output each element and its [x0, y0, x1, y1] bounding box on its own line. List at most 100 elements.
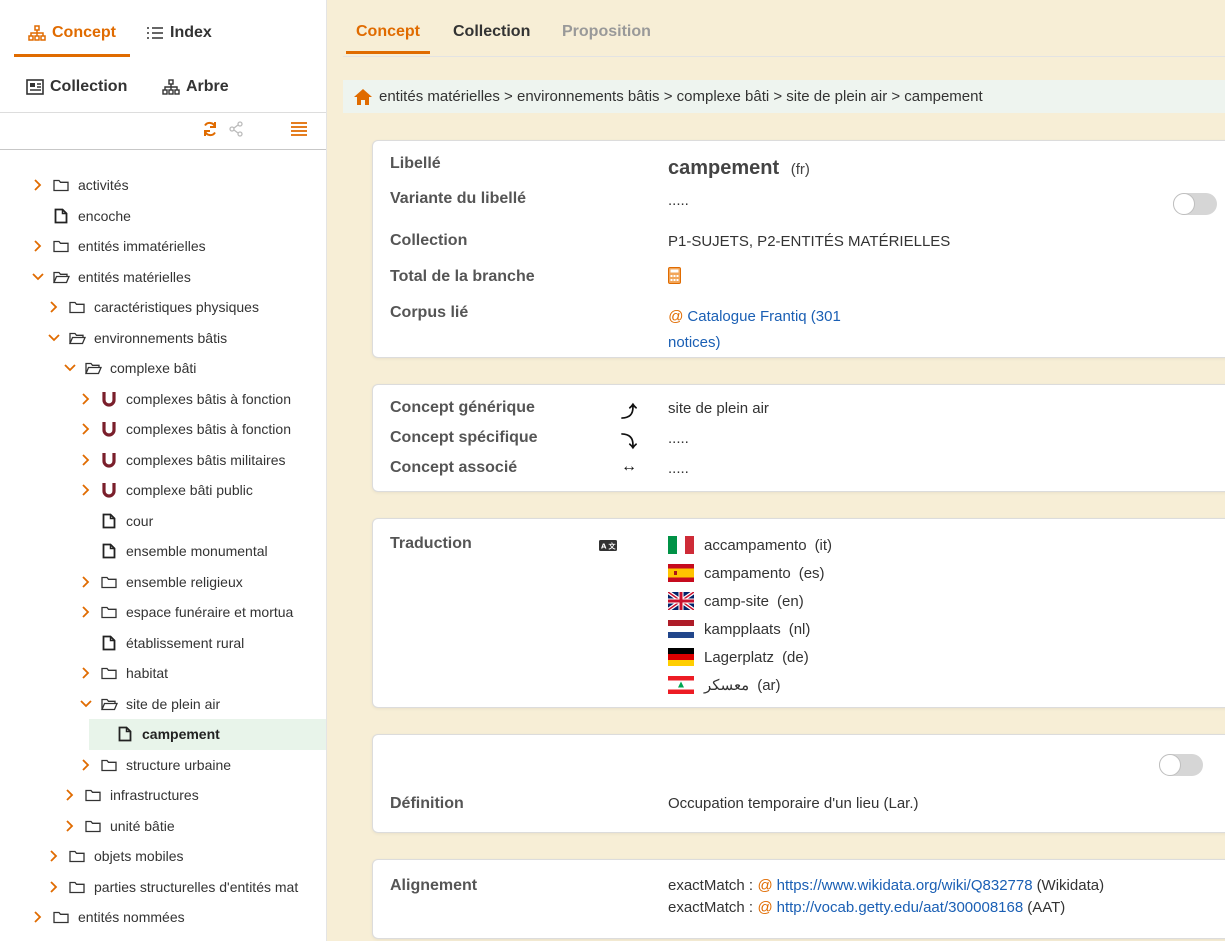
libelle-label: Libellé [390, 155, 441, 172]
tree-node[interactable]: cour [0, 506, 326, 537]
link-icon: @ [753, 877, 777, 894]
alignment-source: (Wikidata) [1036, 877, 1105, 894]
chevron-right-icon[interactable] [78, 454, 94, 466]
main-panel: Concept Collection Proposition entités m… [343, 0, 1225, 941]
tree-node[interactable]: entités immatérielles [0, 231, 326, 262]
menu-icon[interactable] [290, 121, 308, 142]
relation-value: ..... [668, 460, 689, 477]
chevron-right-icon[interactable] [78, 606, 94, 618]
chevron-down-icon[interactable] [46, 333, 62, 343]
file-icon [116, 726, 134, 742]
variante-toggle[interactable] [1173, 193, 1217, 215]
chevron-right-icon[interactable] [78, 576, 94, 588]
chevron-right-icon[interactable] [78, 667, 94, 679]
tree-node[interactable]: complexes bâtis à fonction [0, 384, 326, 415]
tree-node[interactable]: entités nommées [0, 902, 326, 933]
tree-node[interactable]: encoche [0, 201, 326, 232]
tree-node[interactable]: structure urbaine [0, 750, 326, 781]
main-tab-concept[interactable]: Concept [346, 23, 430, 54]
subtab-arbre[interactable]: Arbre [162, 78, 229, 96]
tree-node[interactable]: complexe bâti [0, 353, 326, 384]
tree-node[interactable]: entités matérielles [0, 262, 326, 293]
chevron-right-icon[interactable] [46, 850, 62, 862]
folder-open-icon [52, 270, 70, 284]
flag-uk-icon [668, 592, 704, 610]
breadcrumb-path[interactable]: entités matérielles > environnements bât… [379, 88, 983, 105]
chevron-right-icon[interactable] [62, 789, 78, 801]
chevron-right-icon[interactable] [78, 423, 94, 435]
definition-toggle[interactable] [1159, 754, 1203, 776]
tree-node[interactable]: activités [0, 170, 326, 201]
tree-node[interactable]: objets mobiles [0, 841, 326, 872]
chevron-right-icon[interactable] [46, 301, 62, 313]
tree-toolbar [0, 113, 326, 150]
folder-icon [100, 758, 118, 772]
chevron-down-icon[interactable] [78, 699, 94, 709]
collection-value[interactable]: P1-SUJETS, P2-ENTITÉS MATÉRIELLES [668, 233, 950, 250]
tab-index[interactable]: Index [146, 24, 212, 42]
alignment-link[interactable]: https://www.wikidata.org/wiki/Q832778 [777, 877, 1033, 894]
file-icon [100, 635, 118, 651]
home-icon[interactable] [353, 88, 373, 106]
relation-value[interactable]: site de plein air [668, 400, 769, 417]
tree-node-label: complexes bâtis à fonction [126, 390, 291, 407]
magnet-icon [100, 452, 118, 468]
alignment-link[interactable]: http://vocab.getty.edu/aat/300008168 [777, 899, 1024, 916]
tab-concept[interactable]: Concept [14, 24, 130, 57]
chevron-right-icon[interactable] [30, 240, 46, 252]
corpus-link[interactable]: @ Catalogue Frantiq (301 notices) [668, 304, 841, 356]
total-label: Total de la branche [390, 268, 535, 285]
translation-lang: (es) [798, 564, 825, 582]
alignment-prefix: exactMatch : [668, 899, 754, 916]
chevron-right-icon[interactable] [62, 820, 78, 832]
chevron-down-icon[interactable] [30, 272, 46, 282]
tree-node[interactable]: parties structurelles d'entités mat [0, 872, 326, 903]
tree-node-label: campement [142, 726, 220, 743]
chevron-right-icon[interactable] [78, 759, 94, 771]
subtab-collection[interactable]: Collection [26, 78, 127, 96]
chevron-down-icon[interactable] [62, 363, 78, 373]
subtab-collection-label: Collection [50, 78, 128, 95]
main-tab-collection[interactable]: Collection [453, 23, 530, 41]
tree-node[interactable]: habitat [0, 658, 326, 689]
link-icon: @ [753, 899, 777, 916]
relation-label: Concept associé [390, 459, 518, 476]
folder-icon [52, 178, 70, 192]
translation-item: Lagerplatz (de) [668, 648, 809, 666]
translation-text: accampamento [704, 536, 807, 554]
tree-node-label: entités nommées [78, 909, 185, 926]
share-icon[interactable] [228, 121, 244, 142]
folder-icon [100, 666, 118, 680]
refresh-icon[interactable] [202, 121, 218, 142]
tree-node[interactable]: ensemble religieux [0, 567, 326, 598]
tree-node[interactable]: campement [89, 719, 326, 750]
translation-item: accampamento (it) [668, 536, 832, 554]
tree-node[interactable]: unité bâtie [0, 811, 326, 842]
chevron-right-icon[interactable] [78, 393, 94, 405]
tree-node[interactable]: complexes bâtis à fonction [0, 414, 326, 445]
tree-node[interactable]: ensemble monumental [0, 536, 326, 567]
chevron-right-icon[interactable] [78, 484, 94, 496]
tree-node[interactable]: environnements bâtis [0, 323, 326, 354]
tree-node-label: complexes bâtis militaires [126, 451, 286, 468]
alignment-item: exactMatch : @ http://vocab.getty.edu/aa… [668, 899, 1065, 916]
tree-node[interactable]: caractéristiques physiques [0, 292, 326, 323]
tree-node[interactable]: espace funéraire et mortua [0, 597, 326, 628]
tree-node[interactable]: complexes bâtis militaires [0, 445, 326, 476]
translation-lang: (de) [782, 648, 809, 666]
magnet-icon [100, 482, 118, 498]
translation-lang: (en) [777, 592, 804, 610]
translation-text: camp-site [704, 592, 770, 610]
chevron-right-icon[interactable] [30, 911, 46, 923]
chevron-right-icon[interactable] [46, 881, 62, 893]
tree-node[interactable]: infrastructures [0, 780, 326, 811]
translation-lang: (nl) [788, 620, 811, 638]
chevron-right-icon[interactable] [30, 179, 46, 191]
folder-icon [100, 605, 118, 619]
folder-icon [68, 880, 86, 894]
tree-node[interactable]: complexe bâti public [0, 475, 326, 506]
tree-node[interactable]: établissement rural [0, 628, 326, 659]
tree-node[interactable]: site de plein air [0, 689, 326, 720]
folder-icon [84, 788, 102, 802]
calculator-icon[interactable] [668, 267, 681, 288]
